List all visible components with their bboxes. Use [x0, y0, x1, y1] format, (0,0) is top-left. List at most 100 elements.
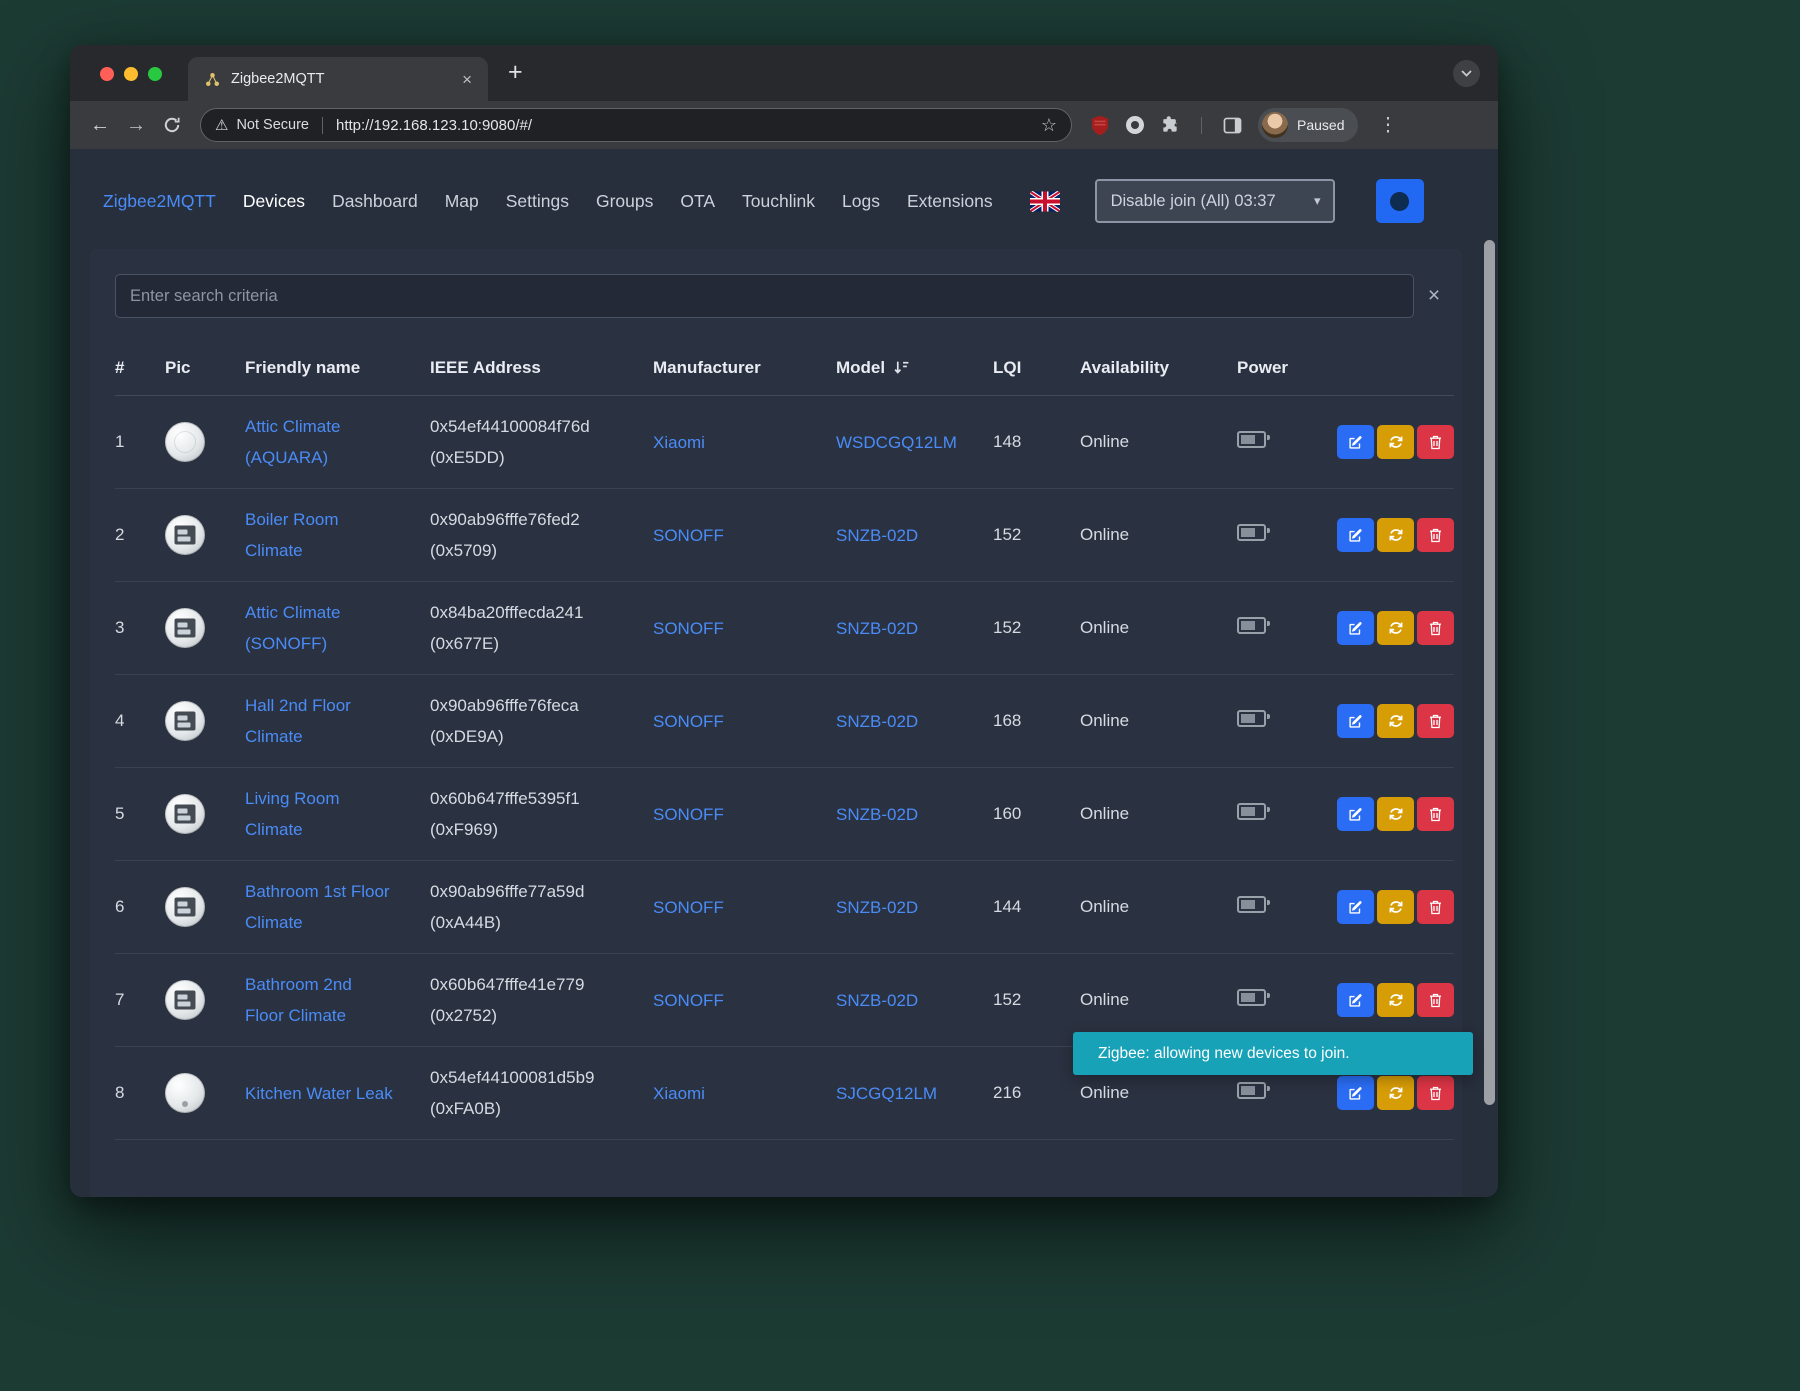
nav-item[interactable]: Groups — [596, 191, 653, 212]
pencil-icon — [1348, 435, 1363, 450]
reconfigure-device-button[interactable] — [1377, 704, 1414, 738]
back-button[interactable]: ← — [84, 109, 116, 141]
close-window-button[interactable] — [100, 67, 114, 81]
model-link[interactable]: SNZB-02D — [836, 619, 918, 638]
model-link[interactable]: SNZB-02D — [836, 805, 918, 824]
manufacturer-link[interactable]: SONOFF — [653, 712, 724, 731]
refresh-arrows-icon — [1388, 713, 1404, 729]
side-panel-icon[interactable] — [1223, 117, 1242, 134]
search-input[interactable] — [115, 274, 1414, 318]
edit-device-button[interactable] — [1337, 797, 1374, 831]
manufacturer-link[interactable]: SONOFF — [653, 898, 724, 917]
edit-device-button[interactable] — [1337, 611, 1374, 645]
table-row: 1 Attic Climate (AQUARA) 0x54ef44100084f… — [115, 396, 1454, 489]
zoom-window-button[interactable] — [148, 67, 162, 81]
delete-device-button[interactable] — [1417, 611, 1454, 645]
edit-device-button[interactable] — [1337, 1076, 1374, 1110]
delete-device-button[interactable] — [1417, 983, 1454, 1017]
reconfigure-device-button[interactable] — [1377, 425, 1414, 459]
page-scrollbar-thumb[interactable] — [1484, 240, 1495, 1105]
delete-device-button[interactable] — [1417, 518, 1454, 552]
reconfigure-device-button[interactable] — [1377, 1076, 1414, 1110]
edit-device-button[interactable] — [1337, 425, 1374, 459]
minimize-window-button[interactable] — [124, 67, 138, 81]
manufacturer-link[interactable]: SONOFF — [653, 991, 724, 1010]
ieee-address: 0x84ba20fffecda241 (0x677E) — [430, 597, 653, 659]
delete-device-button[interactable] — [1417, 890, 1454, 924]
nav-item[interactable]: Touchlink — [742, 191, 815, 212]
lqi-value: 144 — [993, 897, 1080, 917]
circle-extension-icon[interactable] — [1126, 116, 1144, 134]
device-photo — [165, 794, 205, 834]
delete-device-button[interactable] — [1417, 797, 1454, 831]
model-link[interactable]: SNZB-02D — [836, 526, 918, 545]
device-name-link[interactable]: Kitchen Water Leak — [245, 1084, 393, 1103]
model-link[interactable]: WSDCGQ12LM — [836, 433, 957, 452]
nav-item[interactable]: Dashboard — [332, 191, 418, 212]
reload-button[interactable] — [156, 109, 188, 141]
ieee-value: 0x60b647fffe41e779 — [430, 975, 584, 994]
adblock-shield-icon[interactable] — [1090, 115, 1110, 136]
ieee-address: 0x60b647fffe41e779 (0x2752) — [430, 969, 653, 1031]
reconfigure-device-button[interactable] — [1377, 611, 1414, 645]
clear-search-button[interactable]: × — [1414, 284, 1454, 308]
security-label[interactable]: Not Secure — [236, 117, 309, 133]
reconfigure-device-button[interactable] — [1377, 797, 1414, 831]
nav-item[interactable]: Map — [445, 191, 479, 212]
delete-device-button[interactable] — [1417, 1076, 1454, 1110]
nav-item[interactable]: Logs — [842, 191, 880, 212]
nav-item[interactable]: OTA — [680, 191, 715, 212]
device-name-link[interactable]: Bathroom 1st Floor Climate — [245, 882, 390, 932]
model-link[interactable]: SNZB-02D — [836, 991, 918, 1010]
trash-icon — [1429, 435, 1442, 450]
tab-close-icon[interactable]: × — [462, 71, 472, 88]
nav-item[interactable]: Extensions — [907, 191, 993, 212]
device-name-link[interactable]: Attic Climate (SONOFF) — [245, 603, 340, 653]
battery-icon — [1237, 617, 1266, 634]
reconfigure-device-button[interactable] — [1377, 518, 1414, 552]
edit-device-button[interactable] — [1337, 983, 1374, 1017]
browser-tab[interactable]: Zigbee2MQTT × — [188, 57, 488, 101]
column-header-lqi: LQI — [993, 358, 1080, 378]
edit-device-button[interactable] — [1337, 704, 1374, 738]
url-text[interactable]: http://192.168.123.10:9080/#/ — [336, 117, 532, 134]
device-name-link[interactable]: Hall 2nd Floor Climate — [245, 696, 351, 746]
model-link[interactable]: SJCGQ12LM — [836, 1084, 937, 1103]
forward-button[interactable]: → — [120, 109, 152, 141]
reconfigure-device-button[interactable] — [1377, 890, 1414, 924]
extensions-puzzle-icon[interactable] — [1160, 115, 1180, 135]
edit-device-button[interactable] — [1337, 518, 1374, 552]
manufacturer-link[interactable]: SONOFF — [653, 805, 724, 824]
delete-device-button[interactable] — [1417, 425, 1454, 459]
manufacturer-link[interactable]: SONOFF — [653, 619, 724, 638]
device-name-link[interactable]: Bathroom 2nd Floor Climate — [245, 975, 352, 1025]
new-tab-button[interactable]: + — [508, 58, 523, 86]
refresh-arrows-icon — [1388, 1085, 1404, 1101]
device-name-link[interactable]: Living Room Climate — [245, 789, 340, 839]
address-bar[interactable]: ⚠ Not Secure http://192.168.123.10:9080/… — [200, 108, 1072, 142]
reconfigure-device-button[interactable] — [1377, 983, 1414, 1017]
browser-menu-button[interactable]: ⋮ — [1378, 114, 1397, 137]
device-name-link[interactable]: Attic Climate (AQUARA) — [245, 417, 340, 467]
app-brand-link[interactable]: Zigbee2MQTT — [103, 191, 216, 212]
device-name-link[interactable]: Boiler Room Climate — [245, 510, 339, 560]
bookmark-star-icon[interactable]: ☆ — [1041, 115, 1057, 136]
manufacturer-link[interactable]: SONOFF — [653, 526, 724, 545]
profile-chip[interactable]: Paused — [1258, 108, 1358, 142]
edit-device-button[interactable] — [1337, 890, 1374, 924]
ieee-value: 0x54ef44100084f76d — [430, 417, 590, 436]
row-index: 7 — [115, 990, 165, 1010]
nav-item[interactable]: Settings — [506, 191, 569, 212]
device-lcd-screen — [175, 898, 196, 917]
model-link[interactable]: SNZB-02D — [836, 898, 918, 917]
permit-join-timer-button[interactable] — [1376, 179, 1424, 223]
model-link[interactable]: SNZB-02D — [836, 712, 918, 731]
column-header-model[interactable]: Model — [836, 358, 993, 378]
nav-item[interactable]: Devices — [243, 191, 305, 212]
permit-join-select[interactable]: Disable join (All) 03:37 ▾ — [1095, 179, 1335, 223]
manufacturer-link[interactable]: Xiaomi — [653, 1084, 705, 1103]
manufacturer-link[interactable]: Xiaomi — [653, 433, 705, 452]
language-flag-icon[interactable] — [1030, 191, 1060, 212]
tab-search-button[interactable] — [1453, 60, 1480, 87]
delete-device-button[interactable] — [1417, 704, 1454, 738]
